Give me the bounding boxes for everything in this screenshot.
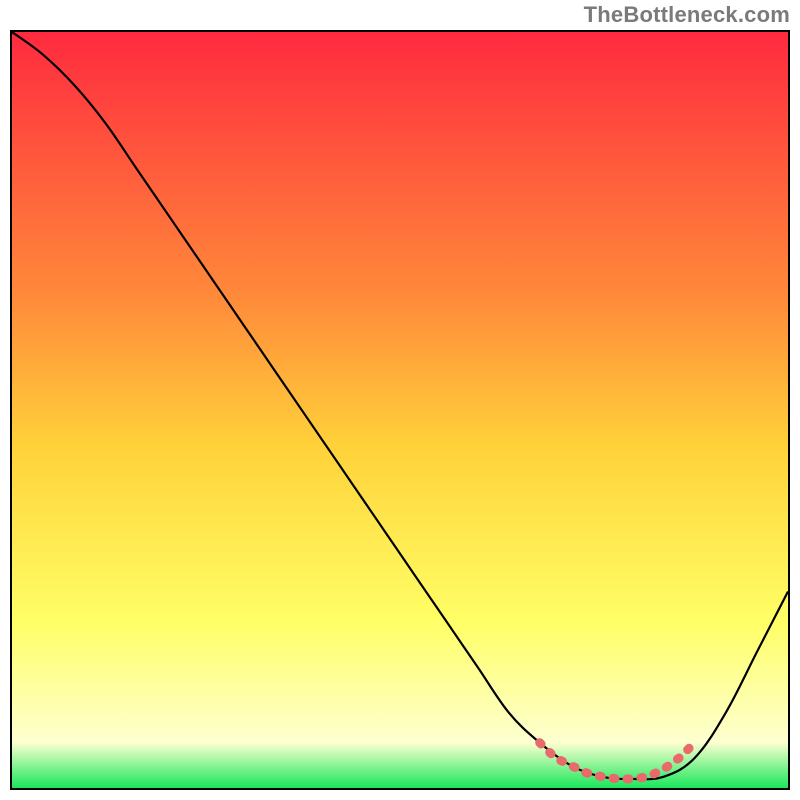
- gradient-bg: [12, 32, 788, 788]
- plot-area: [10, 30, 790, 790]
- chart-svg: [12, 32, 788, 788]
- watermark-text: TheBottleneck.com: [584, 2, 790, 28]
- chart-frame: TheBottleneck.com: [0, 0, 800, 800]
